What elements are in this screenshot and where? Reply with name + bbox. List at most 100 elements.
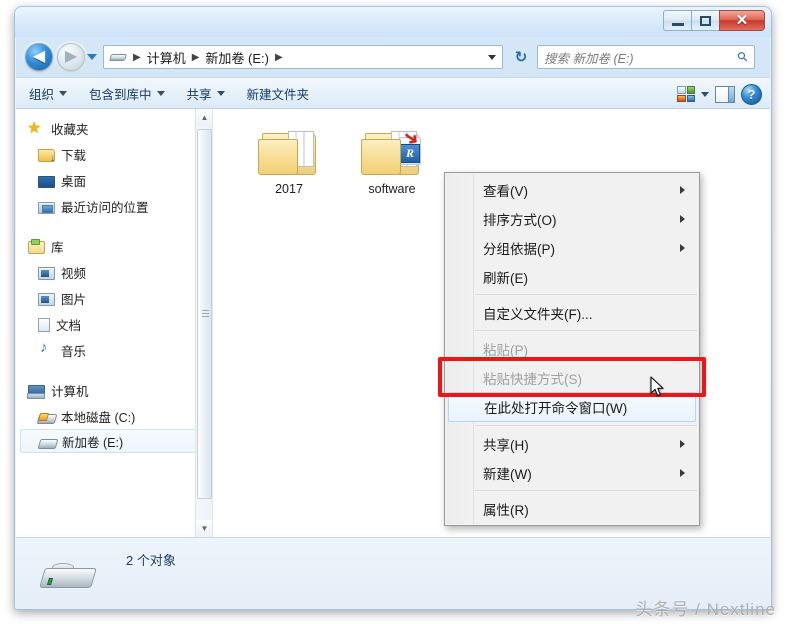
- sidebar-item-videos[interactable]: 视频: [16, 259, 212, 285]
- close-button[interactable]: ✕: [719, 10, 765, 31]
- submenu-arrow-icon: [680, 214, 685, 223]
- back-arrow-icon: ◀: [32, 48, 46, 65]
- maximize-button[interactable]: [691, 10, 720, 31]
- context-menu-separator: [475, 425, 697, 426]
- scroll-up-icon[interactable]: ▲: [196, 109, 212, 126]
- file-item-label: software: [368, 182, 416, 196]
- context-menu-item-properties[interactable]: 属性(R): [445, 494, 699, 523]
- toolbar-right-group: ?: [677, 78, 762, 110]
- file-item-folder[interactable]: ➜ software: [346, 125, 438, 196]
- sidebar-item-pictures[interactable]: 图片: [16, 285, 212, 311]
- context-menu-item-sort-by[interactable]: 排序方式(O): [445, 204, 699, 233]
- sidebar-item-label: 视频: [61, 266, 87, 281]
- drive-icon: [39, 438, 56, 449]
- breadcrumb-separator: ▶: [133, 51, 141, 63]
- sidebar-item-desktop[interactable]: 桌面: [16, 167, 212, 193]
- forward-arrow-icon: ▶: [64, 48, 78, 65]
- toolbar-item-label: 新建文件夹: [246, 87, 310, 102]
- command-toolbar: 组织 包含到库中 共享 新建文件夹 ?: [16, 77, 770, 109]
- breadcrumb-volume[interactable]: 新加卷 (E:): [203, 48, 271, 67]
- recent-places-icon: [38, 202, 55, 214]
- desktop-icon: [38, 176, 55, 188]
- address-bar[interactable]: ▶ 计算机 ▶ 新加卷 (E:) ▶: [103, 45, 503, 69]
- toolbar-include-in-library-button[interactable]: 包含到库中: [80, 80, 174, 107]
- sidebar-item-label: 新加卷 (E:): [62, 435, 124, 450]
- submenu-arrow-icon: [680, 185, 685, 194]
- scrollbar-grip-icon: [202, 310, 209, 318]
- sidebar-item-label: 音乐: [61, 344, 87, 359]
- help-icon[interactable]: ?: [741, 83, 762, 105]
- sidebar-item-local-disk-c[interactable]: 本地磁盘 (C:): [16, 403, 212, 429]
- breadcrumb-separator: ▶: [274, 51, 283, 63]
- toolbar-item-label: 组织: [29, 87, 55, 102]
- chevron-down-icon: [216, 90, 225, 96]
- context-menu-item-customize-folder[interactable]: 自定义文件夹(F)...: [445, 298, 699, 327]
- title-bar: ✕: [15, 7, 771, 37]
- context-menu-item-label: 分组依据(P): [483, 241, 555, 257]
- view-chevron-down-icon[interactable]: [701, 91, 709, 97]
- context-menu-item-new[interactable]: 新建(W): [445, 458, 699, 487]
- change-view-icon[interactable]: [677, 86, 695, 102]
- sidebar-item-label: 计算机: [51, 384, 89, 399]
- context-menu-item-group-by[interactable]: 分组依据(P): [445, 233, 699, 262]
- context-menu-item-label: 在此处打开命令窗口(W): [484, 401, 628, 416]
- address-dropdown-icon[interactable]: [488, 55, 496, 60]
- file-item-label: 2017: [275, 182, 303, 196]
- sidebar-item-music[interactable]: 音乐: [16, 337, 212, 363]
- folder-with-r-shortcut-icon: ➜: [361, 125, 424, 179]
- scrollbar-thumb[interactable]: [197, 129, 212, 499]
- documents-icon: [38, 318, 50, 332]
- sidebar-item-recent-places[interactable]: 最近访问的位置: [16, 193, 212, 219]
- forward-button[interactable]: ▶: [57, 43, 85, 71]
- watermark: 头条号 / Nextline: [635, 600, 776, 619]
- file-item-folder[interactable]: 2017: [243, 129, 335, 196]
- search-input[interactable]: 搜索 新加卷 (E:): [544, 48, 738, 67]
- sidebar-item-libraries[interactable]: 库: [16, 233, 212, 259]
- context-menu-item-view[interactable]: 查看(V): [445, 175, 699, 204]
- sidebar-item-new-volume-e[interactable]: 新加卷 (E:): [20, 429, 206, 453]
- toolbar-organize-button[interactable]: 组织: [20, 80, 76, 107]
- sidebar-item-computer[interactable]: 计算机: [16, 377, 212, 403]
- context-menu-item-refresh[interactable]: 刷新(E): [445, 262, 699, 291]
- history-dropdown-icon[interactable]: [87, 54, 97, 60]
- download-folder-icon: [38, 148, 55, 164]
- chevron-down-icon: [59, 90, 68, 96]
- toolbar-share-button[interactable]: 共享: [178, 80, 234, 107]
- video-icon: [38, 266, 55, 280]
- scroll-down-icon[interactable]: ▼: [196, 520, 212, 537]
- context-menu-item-label: 粘贴(P): [483, 342, 528, 358]
- toolbar-new-folder-button[interactable]: 新建文件夹: [238, 80, 319, 107]
- sidebar-item-label: 最近访问的位置: [61, 200, 149, 215]
- navigation-bar: ◀ ▶ ▶ 计算机 ▶ 新加卷 (E:) ▶ ↻ 搜索 新加卷 (E:) ⚲: [15, 37, 771, 77]
- chevron-down-icon: [156, 90, 165, 96]
- refresh-button[interactable]: ↻: [509, 45, 533, 69]
- context-menu-item-label: 新建(W): [483, 466, 532, 482]
- preview-pane-icon[interactable]: [715, 85, 735, 103]
- navigation-tree: 收藏夹 下载 桌面 最近访问的位置: [16, 109, 212, 453]
- context-menu: 查看(V) 排序方式(O) 分组依据(P) 刷新(E) 自定义文件夹(F)...…: [444, 172, 700, 526]
- sidebar-item-label: 收藏夹: [51, 122, 89, 137]
- context-menu-item-label: 刷新(E): [483, 270, 528, 286]
- drive-icon: [39, 560, 97, 594]
- context-menu-item-share[interactable]: 共享(H): [445, 429, 699, 458]
- screenshot-root: ✕ ◀ ▶ ▶ 计算机 ▶ 新加卷 (E:) ▶ ↻ 搜索 新加卷 (E:) ⚲…: [0, 0, 786, 624]
- toolbar-item-label: 共享: [186, 87, 212, 102]
- sidebar-scrollbar[interactable]: ▲ ▼: [195, 109, 212, 537]
- search-box[interactable]: 搜索 新加卷 (E:) ⚲: [537, 45, 755, 69]
- sidebar-item-favorites[interactable]: 收藏夹: [16, 115, 212, 141]
- submenu-arrow-icon: [680, 439, 685, 448]
- submenu-arrow-icon: [680, 468, 685, 477]
- back-button[interactable]: ◀: [25, 43, 53, 71]
- sidebar-item-label: 本地磁盘 (C:): [61, 410, 136, 425]
- music-icon: [38, 339, 55, 358]
- context-menu-item-label: 粘贴快捷方式(S): [483, 371, 582, 387]
- context-menu-separator: [475, 294, 697, 295]
- context-menu-item-paste: 粘贴(P): [445, 334, 699, 363]
- sidebar-item-downloads[interactable]: 下载: [16, 141, 212, 167]
- context-menu-item-label: 共享(H): [483, 437, 529, 453]
- breadcrumb-computer[interactable]: 计算机: [145, 48, 188, 67]
- minimize-button[interactable]: [663, 10, 692, 31]
- sidebar-item-label: 文档: [56, 318, 82, 333]
- sidebar-item-documents[interactable]: 文档: [16, 311, 212, 337]
